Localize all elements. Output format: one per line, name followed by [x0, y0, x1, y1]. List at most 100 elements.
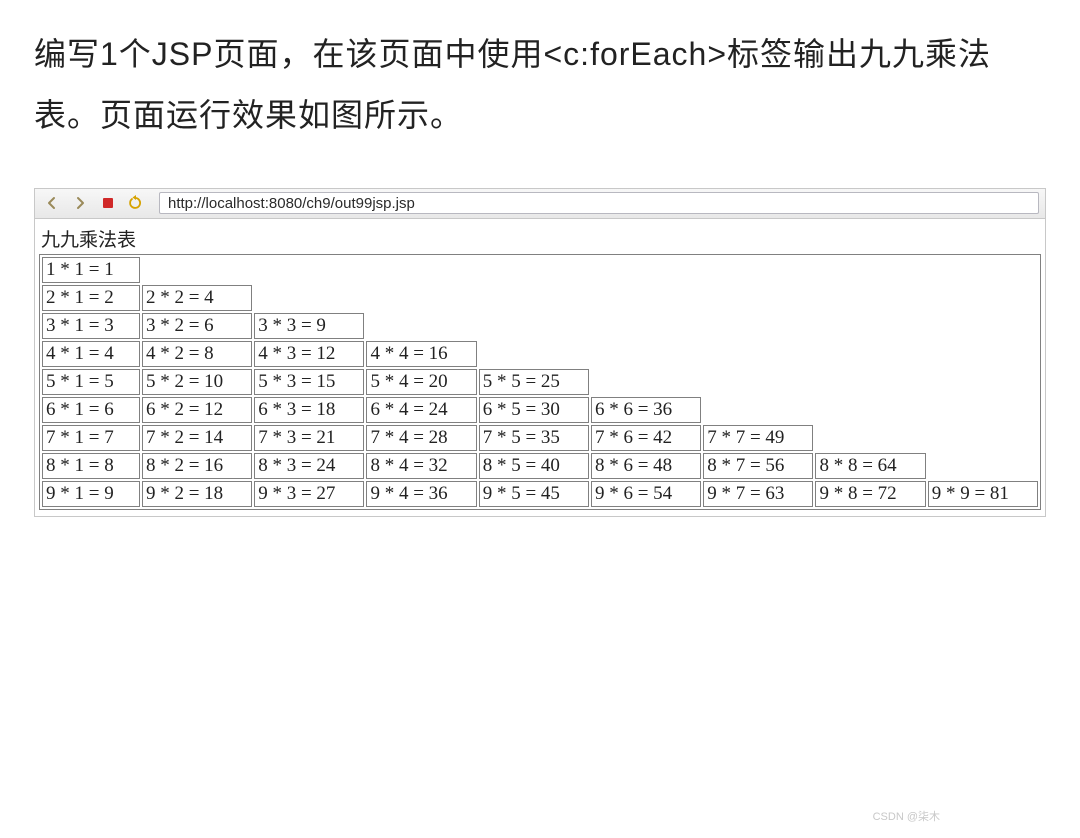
table-cell: 6 * 6 = 36	[591, 397, 701, 423]
table-cell-empty	[254, 285, 364, 311]
table-cell: 5 * 4 = 20	[366, 369, 476, 395]
table-cell: 7 * 5 = 35	[479, 425, 589, 451]
table-cell: 9 * 5 = 45	[479, 481, 589, 507]
table-cell: 8 * 7 = 56	[703, 453, 813, 479]
question-text: 编写1个JSP页面，在该页面中使用<c:forEach>标签输出九九乘法表。页面…	[34, 24, 1046, 146]
table-cell-empty	[591, 257, 701, 283]
table-cell-empty	[366, 313, 476, 339]
table-cell-empty	[591, 341, 701, 367]
table-cell-empty	[479, 341, 589, 367]
table-cell-empty	[703, 341, 813, 367]
table-cell: 6 * 5 = 30	[479, 397, 589, 423]
table-cell-empty	[815, 369, 925, 395]
table-cell-empty	[928, 425, 1038, 451]
table-row: 3 * 1 = 33 * 2 = 63 * 3 = 9	[42, 313, 1038, 339]
table-cell: 3 * 3 = 9	[254, 313, 364, 339]
table-cell: 5 * 3 = 15	[254, 369, 364, 395]
table-cell: 6 * 3 = 18	[254, 397, 364, 423]
multiplication-table: 1 * 1 = 12 * 1 = 22 * 2 = 43 * 1 = 33 * …	[39, 254, 1041, 510]
table-row: 9 * 1 = 99 * 2 = 189 * 3 = 279 * 4 = 369…	[42, 481, 1038, 507]
table-cell-empty	[815, 397, 925, 423]
table-cell: 5 * 2 = 10	[142, 369, 252, 395]
table-cell: 4 * 1 = 4	[42, 341, 140, 367]
table-cell: 7 * 4 = 28	[366, 425, 476, 451]
table-cell-empty	[703, 313, 813, 339]
table-cell-empty	[703, 285, 813, 311]
page-content: 九九乘法表 1 * 1 = 12 * 1 = 22 * 2 = 43 * 1 =…	[35, 219, 1045, 516]
table-cell: 7 * 6 = 42	[591, 425, 701, 451]
table-cell: 5 * 5 = 25	[479, 369, 589, 395]
stop-icon	[103, 198, 113, 208]
table-cell-empty	[703, 397, 813, 423]
table-cell-empty	[479, 313, 589, 339]
table-cell: 9 * 7 = 63	[703, 481, 813, 507]
table-cell-empty	[366, 285, 476, 311]
table-cell-empty	[815, 257, 925, 283]
table-cell: 9 * 4 = 36	[366, 481, 476, 507]
table-cell-empty	[479, 285, 589, 311]
table-cell-empty	[928, 341, 1038, 367]
table-row: 7 * 1 = 77 * 2 = 147 * 3 = 217 * 4 = 287…	[42, 425, 1038, 451]
table-cell-empty	[254, 257, 364, 283]
browser-window: http://localhost:8080/ch9/out99jsp.jsp 九…	[34, 188, 1046, 517]
table-cell-empty	[815, 285, 925, 311]
table-cell-empty	[815, 313, 925, 339]
table-cell: 8 * 4 = 32	[366, 453, 476, 479]
table-cell-empty	[928, 453, 1038, 479]
table-cell: 7 * 2 = 14	[142, 425, 252, 451]
table-cell-empty	[479, 257, 589, 283]
table-cell: 8 * 1 = 8	[42, 453, 140, 479]
table-cell: 8 * 3 = 24	[254, 453, 364, 479]
table-cell-empty	[815, 341, 925, 367]
stop-button[interactable]	[97, 192, 119, 214]
table-cell-empty	[591, 285, 701, 311]
table-cell: 2 * 1 = 2	[42, 285, 140, 311]
table-cell: 3 * 1 = 3	[42, 313, 140, 339]
table-cell-empty	[703, 257, 813, 283]
table-cell: 6 * 2 = 12	[142, 397, 252, 423]
table-row: 2 * 1 = 22 * 2 = 4	[42, 285, 1038, 311]
table-cell: 5 * 1 = 5	[42, 369, 140, 395]
table-cell-empty	[703, 369, 813, 395]
table-cell: 9 * 8 = 72	[815, 481, 925, 507]
browser-toolbar: http://localhost:8080/ch9/out99jsp.jsp	[35, 189, 1045, 219]
table-cell: 7 * 1 = 7	[42, 425, 140, 451]
table-cell: 8 * 5 = 40	[479, 453, 589, 479]
table-cell-empty	[591, 313, 701, 339]
table-cell: 6 * 4 = 24	[366, 397, 476, 423]
table-row: 8 * 1 = 88 * 2 = 168 * 3 = 248 * 4 = 328…	[42, 453, 1038, 479]
refresh-button[interactable]	[125, 192, 147, 214]
table-row: 5 * 1 = 55 * 2 = 105 * 3 = 155 * 4 = 205…	[42, 369, 1038, 395]
arrow-left-icon	[45, 196, 59, 210]
table-cell-empty	[815, 425, 925, 451]
table-cell-empty	[142, 257, 252, 283]
table-cell: 8 * 6 = 48	[591, 453, 701, 479]
watermark: CSDN @柒木	[873, 808, 940, 824]
table-cell: 9 * 6 = 54	[591, 481, 701, 507]
table-cell: 4 * 3 = 12	[254, 341, 364, 367]
table-cell-empty	[928, 285, 1038, 311]
table-cell: 3 * 2 = 6	[142, 313, 252, 339]
table-cell: 9 * 1 = 9	[42, 481, 140, 507]
table-cell-empty	[928, 397, 1038, 423]
table-cell: 9 * 2 = 18	[142, 481, 252, 507]
table-cell: 2 * 2 = 4	[142, 285, 252, 311]
table-caption: 九九乘法表	[39, 221, 1041, 254]
table-row: 1 * 1 = 1	[42, 257, 1038, 283]
table-cell-empty	[928, 313, 1038, 339]
table-cell-empty	[366, 257, 476, 283]
table-cell: 4 * 4 = 16	[366, 341, 476, 367]
table-cell: 7 * 7 = 49	[703, 425, 813, 451]
table-cell: 9 * 3 = 27	[254, 481, 364, 507]
table-cell: 7 * 3 = 21	[254, 425, 364, 451]
table-cell-empty	[591, 369, 701, 395]
address-bar[interactable]: http://localhost:8080/ch9/out99jsp.jsp	[159, 192, 1039, 214]
back-button[interactable]	[41, 192, 63, 214]
table-cell: 8 * 2 = 16	[142, 453, 252, 479]
forward-button[interactable]	[69, 192, 91, 214]
table-cell: 6 * 1 = 6	[42, 397, 140, 423]
table-cell: 1 * 1 = 1	[42, 257, 140, 283]
table-row: 4 * 1 = 44 * 2 = 84 * 3 = 124 * 4 = 16	[42, 341, 1038, 367]
table-row: 6 * 1 = 66 * 2 = 126 * 3 = 186 * 4 = 246…	[42, 397, 1038, 423]
arrow-right-icon	[73, 196, 87, 210]
